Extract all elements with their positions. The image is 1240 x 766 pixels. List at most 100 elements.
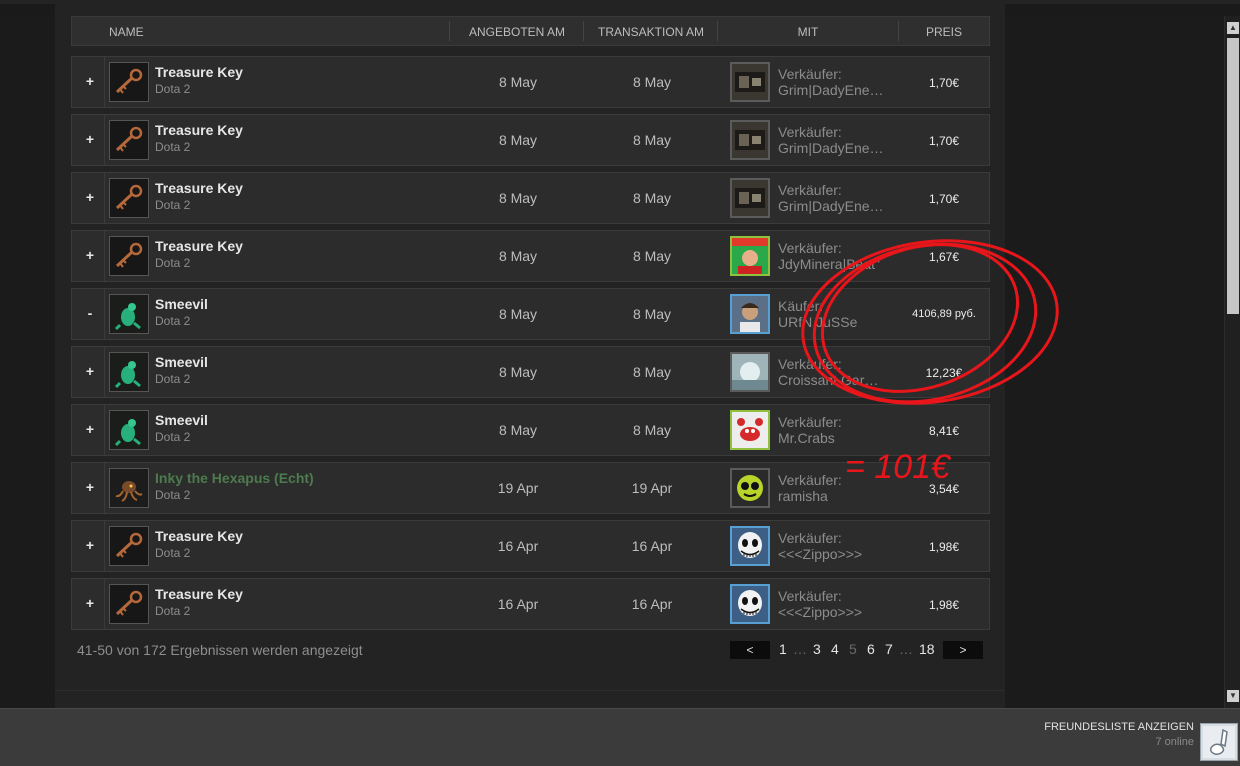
trade-partner-name[interactable]: <<<Zippo>>> (778, 604, 890, 620)
alien-avatar[interactable] (730, 468, 770, 508)
key-icon[interactable] (109, 62, 149, 102)
expand-toggle[interactable]: + (82, 129, 98, 149)
transaction-date: 16 Apr (631, 596, 673, 612)
trade-partner-name[interactable]: Grim|DadyEne… (778, 198, 890, 214)
pale-avatar[interactable] (730, 352, 770, 392)
dark-scene-avatar[interactable] (730, 62, 770, 102)
expand-toggle[interactable]: + (82, 593, 98, 613)
skull-avatar[interactable] (730, 526, 770, 566)
key-icon[interactable] (109, 584, 149, 624)
table-row[interactable]: + Treasure Key Dota 2 8 May 8 May Verkäufer: G… (71, 56, 990, 108)
page-link[interactable]: 18 (919, 641, 935, 657)
scrollbar[interactable]: ▲ ▼ (1224, 16, 1240, 708)
price: 3,54€ (928, 482, 960, 496)
price: 1,98€ (928, 540, 960, 554)
item-name[interactable]: Smeevil (155, 296, 208, 312)
trade-partner-name[interactable]: JdyMinera|Beat" (778, 256, 890, 272)
dark-scene-avatar[interactable] (730, 178, 770, 218)
page-link[interactable]: 7 (885, 641, 893, 657)
item-name[interactable]: Treasure Key (155, 64, 243, 80)
offered-date: 16 Apr (497, 596, 539, 612)
friends-list-link[interactable]: FREUNDESLISTE ANZEIGEN (1044, 721, 1194, 733)
item-name[interactable]: Treasure Key (155, 180, 243, 196)
smeevil-icon[interactable] (109, 410, 149, 450)
key-icon[interactable] (109, 120, 149, 160)
table-row[interactable]: + Treasure Key Dota 2 16 Apr 16 Apr Verkäufer… (71, 520, 990, 572)
expand-toggle[interactable]: + (82, 477, 98, 497)
hexapus-icon[interactable] (109, 468, 149, 508)
expand-toggle[interactable]: - (82, 303, 98, 323)
offered-date: 8 May (498, 306, 538, 322)
transaction-date: 16 Apr (631, 538, 673, 554)
key-icon[interactable] (109, 526, 149, 566)
table-row[interactable]: + Treasure Key Dota 2 8 May 8 May Verkäufer: G… (71, 172, 990, 224)
skull-avatar[interactable] (730, 584, 770, 624)
expand-toggle[interactable]: + (82, 71, 98, 91)
row-divider (104, 579, 105, 629)
table-row[interactable]: - Smeevil Dota 2 8 May 8 May Käufer: URfN JuSS… (71, 288, 990, 340)
offered-date: 8 May (498, 190, 538, 206)
row-divider (104, 231, 105, 281)
item-name[interactable]: Treasure Key (155, 122, 243, 138)
table-row[interactable]: + Smeevil Dota 2 8 May 8 May Verkäufer: Croiss… (71, 346, 990, 398)
row-divider (104, 521, 105, 571)
page-link[interactable]: 6 (867, 641, 875, 657)
price: 12,23€ (925, 366, 963, 380)
table-row[interactable]: + Inky the Hexapus (Echt) Dota 2 19 Apr 19 A… (71, 462, 990, 514)
expand-toggle[interactable]: + (82, 361, 98, 381)
expand-toggle[interactable]: + (82, 419, 98, 439)
scroll-up-icon[interactable]: ▲ (1227, 22, 1239, 34)
dark-scene-avatar[interactable] (730, 120, 770, 160)
transaction-date: 8 May (632, 248, 672, 264)
page-ellipsis: … (793, 641, 807, 657)
offered-date: 8 May (498, 132, 538, 148)
trade-role: Verkäufer: (778, 182, 842, 198)
key-icon[interactable] (109, 236, 149, 276)
portrait-avatar[interactable] (730, 294, 770, 334)
next-page-button[interactable]: > (943, 641, 983, 659)
crab-avatar[interactable] (730, 410, 770, 450)
expand-toggle[interactable]: + (82, 187, 98, 207)
trade-partner-name[interactable]: URfN JuSSe (778, 314, 890, 330)
colorful-avatar[interactable] (730, 236, 770, 276)
price: 1,70€ (928, 134, 960, 148)
price: 1,67€ (928, 250, 960, 264)
transaction-date: 8 May (632, 364, 672, 380)
key-icon[interactable] (109, 178, 149, 218)
item-name[interactable]: Treasure Key (155, 238, 243, 254)
friends-button[interactable] (1200, 723, 1238, 761)
scroll-down-icon[interactable]: ▼ (1227, 690, 1239, 702)
page-link[interactable]: 4 (831, 641, 839, 657)
trade-partner-name[interactable]: Grim|DadyEne… (778, 140, 890, 156)
prev-page-button[interactable]: < (730, 641, 770, 659)
trade-partner-name[interactable]: Croissant Gar… (778, 372, 890, 388)
transaction-date: 8 May (632, 190, 672, 206)
table-row[interactable]: + Smeevil Dota 2 8 May 8 May Verkäufer: Mr.Cra… (71, 404, 990, 456)
page-ellipsis: … (899, 641, 913, 657)
item-name[interactable]: Treasure Key (155, 586, 243, 602)
trade-partner-name[interactable]: ramisha (778, 488, 890, 504)
col-name: NAME (109, 25, 144, 39)
scroll-thumb[interactable] (1227, 38, 1239, 314)
item-name[interactable]: Smeevil (155, 412, 208, 428)
trade-partner-name[interactable]: <<<Zippo>>> (778, 546, 890, 562)
trade-partner-name[interactable]: Grim|DadyEne… (778, 82, 890, 98)
item-name[interactable]: Inky the Hexapus (Echt) (155, 470, 314, 486)
trade-partner-name[interactable]: Mr.Crabs (778, 430, 890, 446)
friends-icon (1203, 726, 1235, 758)
page-link[interactable]: 1 (779, 641, 787, 657)
offered-date: 16 Apr (497, 538, 539, 554)
item-name[interactable]: Smeevil (155, 354, 208, 370)
row-divider (104, 57, 105, 107)
item-name[interactable]: Treasure Key (155, 528, 243, 544)
table-row[interactable]: + Treasure Key Dota 2 8 May 8 May Verkäufer: J… (71, 230, 990, 282)
page-link[interactable]: 3 (813, 641, 821, 657)
table-row[interactable]: + Treasure Key Dota 2 16 Apr 16 Apr Verkäufer… (71, 578, 990, 630)
item-game: Dota 2 (155, 546, 191, 560)
expand-toggle[interactable]: + (82, 535, 98, 555)
smeevil-icon[interactable] (109, 352, 149, 392)
price: 4106,89 руб. (912, 308, 976, 320)
table-row[interactable]: + Treasure Key Dota 2 8 May 8 May Verkäufer: G… (71, 114, 990, 166)
expand-toggle[interactable]: + (82, 245, 98, 265)
smeevil-icon[interactable] (109, 294, 149, 334)
